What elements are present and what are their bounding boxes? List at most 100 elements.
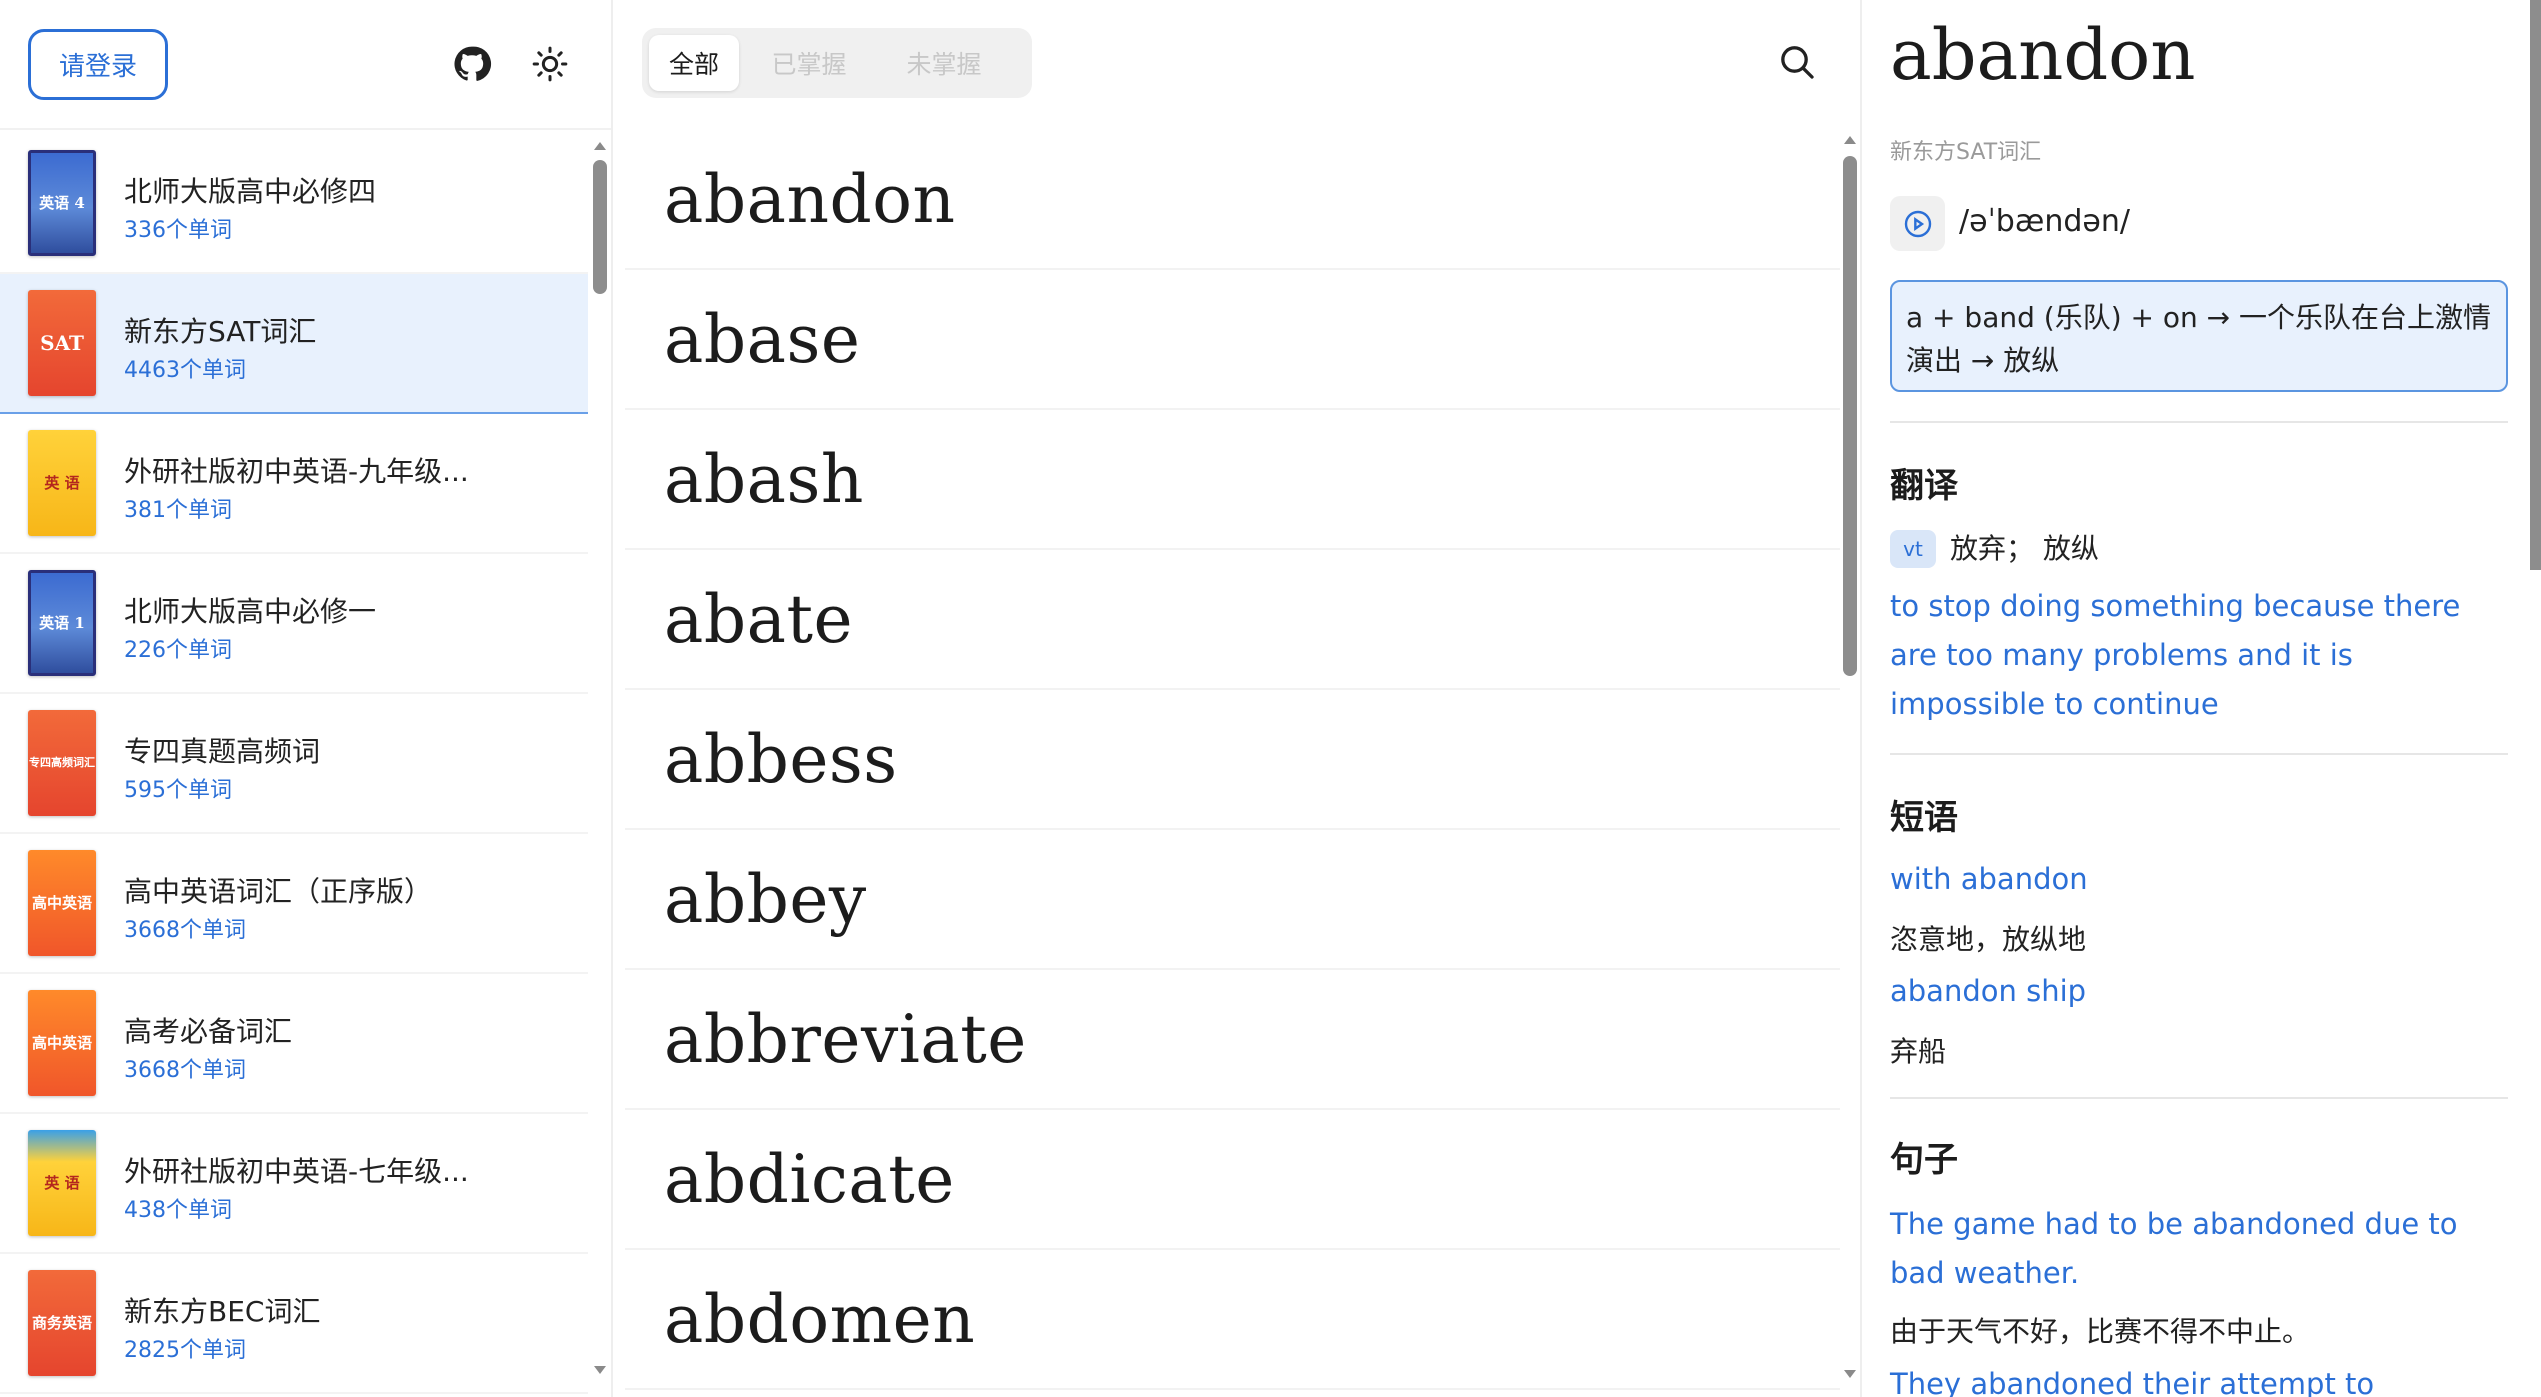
word-list-item[interactable]: abbey [625, 830, 1840, 970]
cover-text: 高中英语 [31, 1034, 92, 1052]
book-list: 英语 4 北师大版高中必修四 336个单词 SAT 新东方SAT词汇 4463个… [0, 134, 588, 1397]
search-icon[interactable] [1777, 42, 1817, 82]
sentence-english: The game had to be abandoned due to bad … [1890, 1207, 2458, 1290]
book-word-count: 438个单词 [124, 1198, 232, 1223]
word-text: abbreviate [664, 1000, 1027, 1078]
book-title: 外研社版初中英语-九年级... [124, 455, 469, 488]
word-list-item[interactable]: abbreviate [625, 970, 1840, 1110]
cover-text: 英 语 [44, 474, 80, 492]
book-list-scrollbar[interactable] [590, 134, 610, 1397]
book-item[interactable]: 高中英语 高中英语词汇（正序版） 3668个单词 [0, 834, 588, 974]
book-cover: 英语 1 [28, 570, 96, 676]
book-cover: 专四高频词汇 [28, 710, 96, 816]
detail-book-name: 新东方SAT词汇 [1890, 140, 2042, 165]
book-item[interactable]: SAT 新东方SAT词汇 4463个单词 [0, 274, 588, 414]
mnemonic-line: a + band (乐队) + on → 一个乐队在台上激情 [1906, 301, 2492, 334]
sidebar-header: 请登录 [0, 0, 611, 130]
app-window: 请登录 英语 4 北师大版高中必修四 336个单词 SAT 新东方SAT词汇 4… [0, 0, 2541, 1397]
cover-text: SAT [40, 331, 84, 355]
filter-tab-unmastered[interactable]: 未掌握 [879, 35, 1009, 91]
english-definition: to stop doing something because there ar… [1890, 589, 2461, 721]
book-word-count: 336个单词 [124, 218, 232, 243]
scrollbar-thumb[interactable] [593, 160, 607, 294]
filter-segmented-control: 全部 已掌握 未掌握 [642, 28, 1032, 98]
github-icon[interactable] [452, 44, 492, 84]
word-text: abbey [664, 860, 867, 938]
divider [1890, 421, 2508, 423]
sun-icon[interactable] [530, 44, 570, 84]
word-list-item[interactable]: abbess [625, 690, 1840, 830]
scroll-down-arrow-icon[interactable] [594, 1366, 606, 1374]
word-list-item[interactable]: abdicate [625, 1110, 1840, 1250]
mnemonic-line: 演出 → 放纵 [1906, 344, 2060, 377]
book-title: 北师大版高中必修四 [124, 175, 377, 208]
book-sidebar: 请登录 英语 4 北师大版高中必修四 336个单词 SAT 新东方SAT词汇 4… [0, 0, 613, 1397]
book-cover: 高中英语 [28, 990, 96, 1096]
scroll-down-arrow-icon[interactable] [1844, 1370, 1856, 1378]
book-item[interactable]: 高中英语 高考必备词汇 3668个单词 [0, 974, 588, 1114]
book-cover: 商务英语 [28, 1270, 96, 1376]
word-text: abate [664, 580, 854, 658]
word-text: abandon [664, 160, 956, 238]
part-of-speech-badge: vt [1890, 530, 1936, 568]
cover-text: 英语 4 [39, 194, 85, 212]
word-text: abase [664, 300, 861, 378]
detail-scrollbar-thumb[interactable] [2530, 0, 2541, 570]
book-item[interactable]: 英语 4 北师大版高中必修四 336个单词 [0, 134, 588, 274]
cover-text: 专四高频词汇 [29, 756, 95, 770]
book-word-count: 226个单词 [124, 638, 232, 663]
book-item[interactable]: 英语 1 北师大版高中必修一 226个单词 [0, 554, 588, 694]
scroll-up-arrow-icon[interactable] [1844, 136, 1856, 144]
word-list: abandon abase abash abate abbess abbey a… [625, 130, 1840, 1397]
phrase-english: with abandon [1890, 862, 2088, 896]
book-word-count: 595个单词 [124, 778, 232, 803]
book-cover: SAT [28, 290, 96, 396]
sentence-chinese: 由于天气不好，比赛不得不中止。 [1890, 1315, 2311, 1348]
word-list-item[interactable]: abandon [625, 130, 1840, 270]
phrase-chinese: 恣意地，放纵地 [1890, 923, 2087, 956]
scrollbar-thumb[interactable] [1843, 156, 1857, 676]
book-cover: 英 语 [28, 1130, 96, 1236]
book-cover: 英 语 [28, 430, 96, 536]
book-title: 新东方BEC词汇 [124, 1295, 321, 1328]
cover-text: 高中英语 [31, 894, 92, 912]
book-item[interactable]: 英 语 外研社版初中英语-七年级... 438个单词 [0, 1114, 588, 1254]
play-icon [1904, 210, 1931, 237]
divider [1890, 753, 2508, 755]
word-list-item[interactable]: abash [625, 410, 1840, 550]
cover-text: 英 语 [44, 1174, 80, 1192]
phonetic-text: /əˈbændən/ [1959, 204, 2130, 239]
detail-word: abandon [1890, 14, 2196, 96]
book-word-count: 381个单词 [124, 498, 232, 523]
play-pronunciation-button[interactable] [1890, 196, 1945, 251]
sentence-english: They abandoned their attempt to recaptur… [1890, 1367, 2375, 1397]
book-item[interactable]: 英 语 外研社版初中英语-九年级... 381个单词 [0, 414, 588, 554]
word-text: abdicate [664, 1140, 955, 1218]
book-title: 北师大版高中必修一 [124, 595, 377, 628]
cover-text: 英语 1 [39, 614, 85, 632]
book-item[interactable]: 商务英语 新东方BEC词汇 2825个单词 [0, 1254, 588, 1394]
phrase-english: abandon ship [1890, 974, 2087, 1008]
word-list-item[interactable]: abdomen [625, 1250, 1840, 1390]
word-list-scrollbar[interactable] [1840, 130, 1860, 1397]
phrases-heading: 短语 [1890, 798, 1958, 838]
filter-tab-all[interactable]: 全部 [649, 35, 739, 91]
book-cover: 高中英语 [28, 850, 96, 956]
book-word-count: 3668个单词 [124, 918, 246, 943]
filter-tab-mastered[interactable]: 已掌握 [749, 35, 869, 91]
login-button[interactable]: 请登录 [28, 29, 168, 100]
book-title: 专四真题高频词 [124, 735, 321, 768]
word-detail-panel: abandon 新东方SAT词汇 /əˈbændən/ a + band (乐队… [1860, 0, 2541, 1397]
word-list-item[interactable]: abase [625, 270, 1840, 410]
book-word-count: 4463个单词 [124, 358, 246, 383]
phrase-chinese: 弃船 [1890, 1035, 1947, 1068]
book-title: 高考必备词汇 [124, 1015, 293, 1048]
word-list-panel: 全部 已掌握 未掌握 abandon abase abash abate abb… [615, 0, 1860, 1397]
scroll-up-arrow-icon[interactable] [594, 142, 606, 150]
book-cover: 英语 4 [28, 150, 96, 256]
divider [1890, 1097, 2508, 1099]
book-item[interactable]: 专四高频词汇 专四真题高频词 595个单词 [0, 694, 588, 834]
book-title: 新东方SAT词汇 [124, 315, 317, 348]
book-title: 高中英语词汇（正序版） [124, 875, 433, 908]
word-list-item[interactable]: abate [625, 550, 1840, 690]
